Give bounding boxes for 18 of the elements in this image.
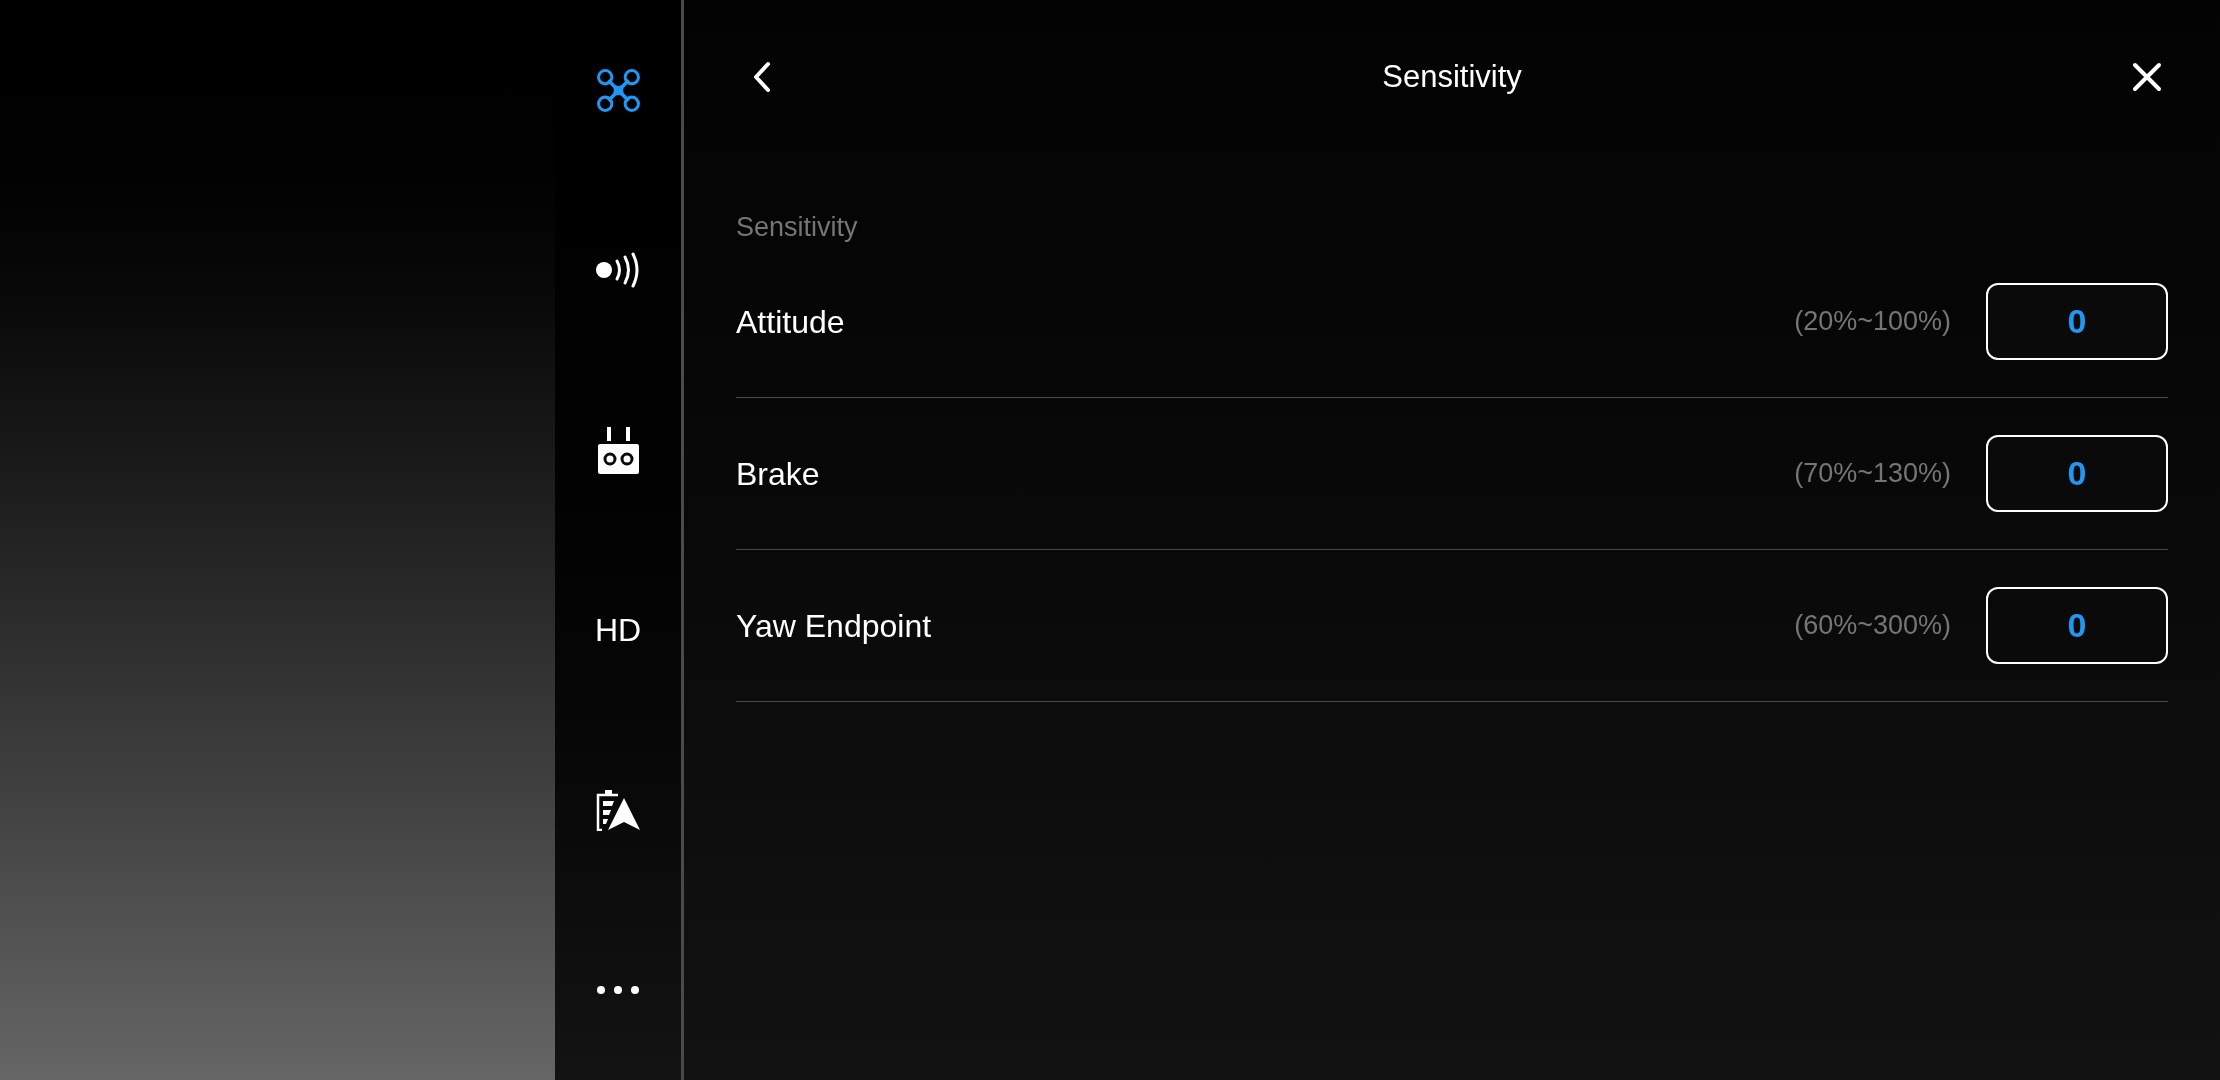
value-input[interactable]: 0	[1986, 283, 2168, 360]
range-text: (20%~100%)	[1794, 305, 1951, 339]
hd-button[interactable]: HD	[594, 614, 642, 646]
drone-icon[interactable]	[595, 67, 641, 113]
page-title: Sensitivity	[1382, 57, 1522, 96]
value-input[interactable]: 0	[1986, 435, 2168, 512]
remote-controller-icon[interactable]	[597, 426, 639, 474]
value-input[interactable]: 0	[1986, 587, 2168, 664]
range-text: (60%~300%)	[1794, 609, 1951, 643]
close-icon[interactable]	[2132, 62, 2162, 92]
battery-navigation-icon[interactable]	[596, 789, 640, 831]
range-text: (70%~130%)	[1794, 457, 1951, 491]
setting-label: Yaw Endpoint	[736, 606, 932, 646]
setting-label: Attitude	[736, 302, 845, 342]
section-label: Sensitivity	[736, 210, 858, 244]
more-icon[interactable]	[597, 986, 639, 994]
back-icon[interactable]	[752, 61, 772, 93]
setting-label: Brake	[736, 454, 820, 494]
